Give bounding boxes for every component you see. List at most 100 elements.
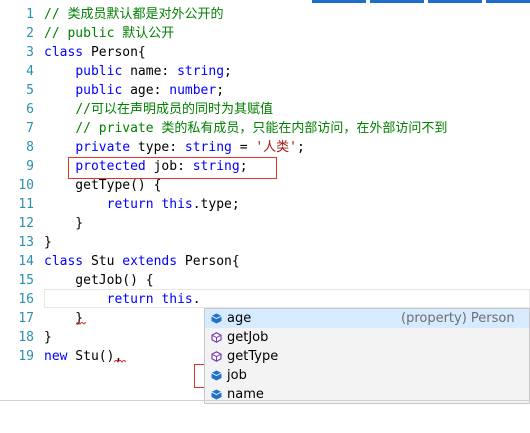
- code-token: type:: [130, 140, 185, 155]
- code-token: ;: [216, 83, 225, 98]
- code-token: }: [44, 235, 52, 250]
- code-token: // private 类的私有成员，只能在内部访问，在外部访问不到: [75, 121, 448, 136]
- code-line[interactable]: 9 protected job: string;: [0, 157, 530, 176]
- code-line[interactable]: 11 return this.type;: [0, 195, 530, 214]
- code-line[interactable]: 7 // private 类的私有成员，只能在内部访问，在外部访问不到: [0, 119, 530, 138]
- code-token: ;: [297, 140, 305, 155]
- code-token: }: [44, 330, 52, 345]
- code-line[interactable]: 6 //可以在声明成员的同时为其赋值: [0, 100, 530, 119]
- code-token: string: [192, 159, 240, 174]
- code-line[interactable]: 1 // 类成员默认都是对外公开的: [0, 5, 530, 24]
- code-text: public name: string;: [44, 62, 232, 81]
- code-token: Person{: [177, 254, 240, 269]
- error-squiggle: [114, 360, 126, 363]
- code-line[interactable]: 3 class Person{: [0, 43, 530, 62]
- code-text: }: [44, 328, 52, 347]
- line-number: 11: [18, 197, 34, 212]
- code-token: number: [169, 83, 217, 98]
- code-text: //可以在声明成员的同时为其赋值: [44, 100, 273, 119]
- code-token: getType() {: [44, 178, 162, 193]
- code-text: getJob() {: [44, 271, 153, 290]
- code-token: protected: [75, 159, 146, 174]
- line-number: 3: [26, 45, 34, 60]
- code-text: protected job: string;: [44, 157, 248, 176]
- code-token: string: [184, 140, 232, 155]
- code-token: this: [161, 292, 193, 307]
- code-token: string: [177, 64, 225, 79]
- line-number: 2: [26, 26, 34, 41]
- line-number: 16: [18, 292, 34, 307]
- code-text: new Stu(),: [44, 347, 122, 366]
- code-text: }: [44, 214, 83, 233]
- code-token: Person{: [83, 45, 146, 60]
- line-number: 13: [18, 235, 34, 250]
- code-text: // 类成员默认都是对外公开的: [44, 5, 223, 24]
- code-line[interactable]: 15 getJob() {: [0, 271, 530, 290]
- code-token: class: [44, 254, 84, 269]
- code-text: class Stu extends Person{: [44, 252, 240, 271]
- top-tab-indicator: [428, 0, 482, 3]
- line-number: 9: [26, 159, 34, 174]
- code-token: class: [44, 45, 84, 60]
- code-token: ;: [239, 159, 248, 174]
- code-token: //可以在声明成员的同时为其赋值: [75, 102, 273, 117]
- code-line[interactable]: 13}: [0, 233, 530, 252]
- code-text: // public 默认公开: [44, 24, 174, 43]
- code-text: private type: string = '人类';: [44, 138, 305, 157]
- suggestion-item-job[interactable]: job: [205, 366, 529, 385]
- suggestion-label: getType: [227, 349, 279, 364]
- code-token: public: [75, 83, 123, 98]
- code-line[interactable]: 8 private type: string = '人类';: [0, 138, 530, 157]
- line-number: 10: [18, 178, 34, 193]
- code-line[interactable]: 10 getType() {: [0, 176, 530, 195]
- suggestion-item-getType[interactable]: getType: [205, 347, 529, 366]
- code-text: public age: number;: [44, 81, 224, 100]
- line-number: 7: [26, 121, 34, 136]
- code-token: extends: [122, 254, 178, 269]
- line-number: 8: [26, 140, 34, 155]
- code-line[interactable]: 14 class Stu extends Person{: [0, 252, 530, 271]
- code-text: return this.: [44, 290, 201, 309]
- code-token: .: [192, 292, 201, 307]
- code-token: =: [231, 140, 256, 155]
- code-token: // 类成员默认都是对外公开的: [44, 7, 224, 22]
- code-text: }: [44, 233, 52, 252]
- suggestion-label: getJob: [227, 330, 269, 345]
- code-token: age:: [122, 83, 170, 98]
- code-line[interactable]: 4 public name: string;: [0, 62, 530, 81]
- line-number: 14: [18, 254, 34, 269]
- code-token: }: [44, 216, 84, 231]
- code-text: class Person{: [44, 43, 146, 62]
- suggestion-item-age[interactable]: age (property) Person: [205, 309, 529, 328]
- code-token: new: [44, 349, 68, 364]
- code-token: return: [106, 197, 154, 212]
- suggestion-item-name[interactable]: name: [205, 385, 529, 403]
- suggestion-label: name: [227, 387, 264, 402]
- code-line[interactable]: 16 return this.: [0, 290, 530, 309]
- code-token: ;: [224, 64, 232, 79]
- autocomplete-widget[interactable]: age (property) Person getJob getType job name: [204, 308, 530, 404]
- code-text: // private 类的私有成员，只能在内部访问，在外部访问不到: [44, 119, 447, 138]
- error-squiggle: [76, 322, 86, 325]
- line-number: 5: [26, 83, 34, 98]
- line-number: 1: [26, 7, 34, 22]
- suggestion-label: age: [227, 311, 252, 326]
- code-line[interactable]: 5 public age: number;: [0, 81, 530, 100]
- suggestion-detail: (property) Person: [401, 311, 515, 326]
- line-number: 12: [18, 216, 34, 231]
- line-number: 19: [18, 349, 34, 364]
- code-line[interactable]: 12 }: [0, 214, 530, 233]
- top-tab-indicator: [486, 0, 530, 3]
- suggestion-item-getJob[interactable]: getJob: [205, 328, 529, 347]
- code-token: '人类': [255, 140, 298, 155]
- code-token: return: [106, 292, 154, 307]
- line-number: 15: [18, 273, 34, 288]
- top-tab-indicator: [370, 0, 424, 3]
- top-tab-indicator: [312, 0, 366, 3]
- code-line[interactable]: 2 // public 默认公开: [0, 24, 530, 43]
